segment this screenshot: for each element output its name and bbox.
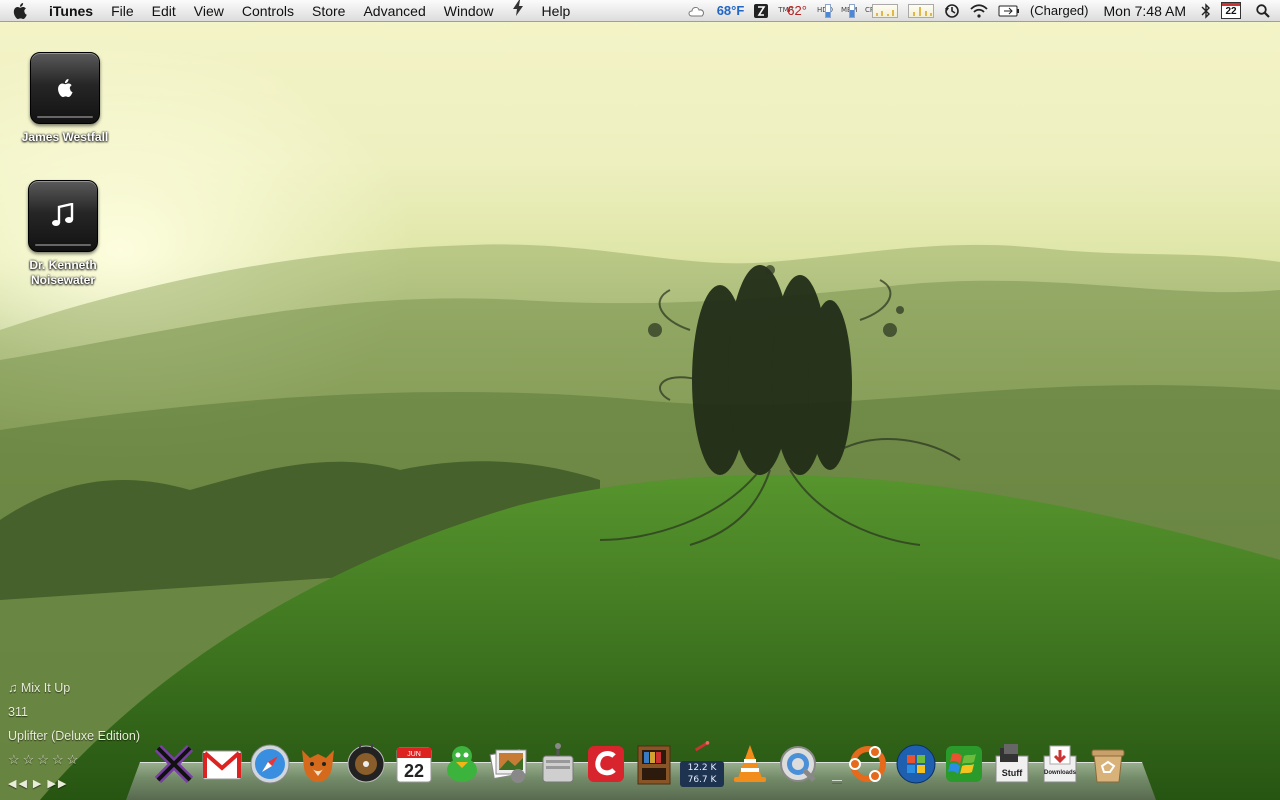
coda-icon[interactable]	[582, 740, 630, 788]
music-note-icon: ♫	[8, 681, 18, 695]
zap-icon[interactable]	[749, 0, 773, 22]
network-download-rate: 76.7 K	[687, 775, 717, 785]
dock: JUN 22 12.2 K 76.7 K Stuff Downloads	[150, 736, 1132, 788]
finder-x-icon[interactable]	[150, 740, 198, 788]
menu-file[interactable]: File	[102, 0, 143, 22]
weather-icon[interactable]	[682, 0, 712, 22]
weather-temperature[interactable]: 68°F	[712, 0, 750, 22]
ical-icon[interactable]: JUN 22	[390, 740, 438, 788]
adium-icon[interactable]	[438, 740, 486, 788]
music-note-drive-icon	[28, 180, 98, 252]
play-button[interactable]: ▶	[33, 772, 43, 796]
desktop-icon-label: Dr. Kenneth Noisewater	[29, 258, 97, 287]
network-upload-rate: 12.2 K	[687, 763, 717, 773]
next-track-button[interactable]: ▶▶	[47, 772, 68, 796]
dock-separator	[828, 752, 842, 788]
disk-utility-icon[interactable]	[534, 740, 582, 788]
rating-stars[interactable]: ☆☆☆☆☆	[8, 748, 140, 772]
cpu-meter[interactable]: CPU	[860, 0, 903, 22]
mem-meter[interactable]: MEM	[836, 0, 860, 22]
now-playing-widget: ♫ Mix It Up 311 Uplifter (Deluxe Edition…	[8, 676, 140, 796]
vlc-icon[interactable]	[726, 740, 774, 788]
network-monitor-icon[interactable]: 12.2 K 76.7 K	[678, 740, 726, 788]
desktop-icon-label: James Westfall	[21, 130, 109, 144]
mem-label: MEM	[841, 7, 858, 14]
cpu-temperature-meter[interactable]: TMP 62°	[773, 0, 812, 22]
menubar-clock[interactable]: Mon 7:48 AM	[1094, 0, 1197, 22]
hdd-meter[interactable]: HDD	[812, 0, 836, 22]
gmail-icon[interactable]	[198, 740, 246, 788]
now-playing-track: Mix It Up	[20, 681, 71, 695]
now-playing-track-row: ♫ Mix It Up	[8, 676, 140, 700]
hdd-bar	[824, 3, 831, 18]
hdd-label: HDD	[817, 7, 833, 14]
iphoto-icon[interactable]	[486, 740, 534, 788]
menu-store[interactable]: Store	[303, 0, 354, 22]
ical-month: JUN	[407, 751, 421, 758]
calendar-menu-day: 22	[1225, 6, 1237, 17]
now-playing-album: Uplifter (Deluxe Edition)	[8, 729, 140, 743]
previous-track-button[interactable]: ◀◀	[8, 772, 29, 796]
mem-bar	[848, 3, 855, 18]
menu-window[interactable]: Window	[435, 0, 503, 22]
downloads-folder-icon[interactable]: Downloads	[1036, 740, 1084, 788]
apple-menu-icon[interactable]	[0, 0, 40, 22]
stuff-label: Stuff	[1001, 768, 1023, 778]
wallpaper-landscape	[0, 244, 1280, 800]
network-rates: 12.2 K 76.7 K	[680, 761, 724, 787]
stuff-folder-icon[interactable]: Stuff	[988, 740, 1036, 788]
tmp-label: TMP	[778, 6, 793, 14]
menu-advanced[interactable]: Advanced	[354, 0, 434, 22]
bluetooth-icon[interactable]	[1196, 0, 1216, 22]
windows-vista-icon[interactable]	[892, 740, 940, 788]
ical-day: 22	[404, 761, 424, 781]
app-menu-itunes[interactable]: iTunes	[40, 0, 102, 22]
menu-edit[interactable]: Edit	[143, 0, 185, 22]
network-mini-graph	[907, 3, 934, 18]
desktop-drive-james-westfall[interactable]: James Westfall	[10, 52, 120, 145]
menu-help[interactable]: Help	[533, 0, 580, 22]
menu-bar: iTunes File Edit View Controls Store Adv…	[0, 0, 1280, 22]
spotlight-icon[interactable]	[1246, 0, 1280, 22]
menu-controls[interactable]: Controls	[233, 0, 303, 22]
ubuntu-icon[interactable]	[844, 740, 892, 788]
trash-icon[interactable]	[1084, 740, 1132, 788]
time-machine-icon[interactable]	[939, 0, 965, 22]
now-playing-artist: 311	[8, 705, 28, 719]
battery-icon[interactable]	[993, 0, 1025, 22]
wifi-icon[interactable]	[965, 0, 993, 22]
windows-xp-icon[interactable]	[940, 740, 988, 788]
battery-status[interactable]: (Charged)	[1025, 0, 1094, 22]
playback-controls: ◀◀ ▶ ▶▶	[8, 772, 140, 796]
safari-icon[interactable]	[246, 740, 294, 788]
network-graph[interactable]	[903, 0, 939, 22]
desktop-drive-kenneth-noisewater[interactable]: Dr. Kenneth Noisewater	[8, 180, 118, 288]
desktop-wallpaper	[0, 0, 1280, 800]
downloads-label: Downloads	[1043, 770, 1076, 776]
status-area: 68°F TMP 62° HDD MEM CPU	[682, 0, 1280, 22]
cpu-temperature: 62°	[787, 3, 807, 18]
cpu-graph	[871, 3, 898, 18]
calendar-menu-icon[interactable]: 22	[1216, 0, 1246, 22]
itunes-icon[interactable]	[342, 740, 390, 788]
delicious-library-icon[interactable]	[630, 740, 678, 788]
quicktime-icon[interactable]	[774, 740, 822, 788]
script-menu-icon[interactable]	[503, 0, 533, 22]
firefox-icon[interactable]	[294, 740, 342, 788]
cpu-label: CPU	[865, 7, 879, 14]
menu-view[interactable]: View	[185, 0, 233, 22]
apple-drive-icon	[30, 52, 100, 124]
